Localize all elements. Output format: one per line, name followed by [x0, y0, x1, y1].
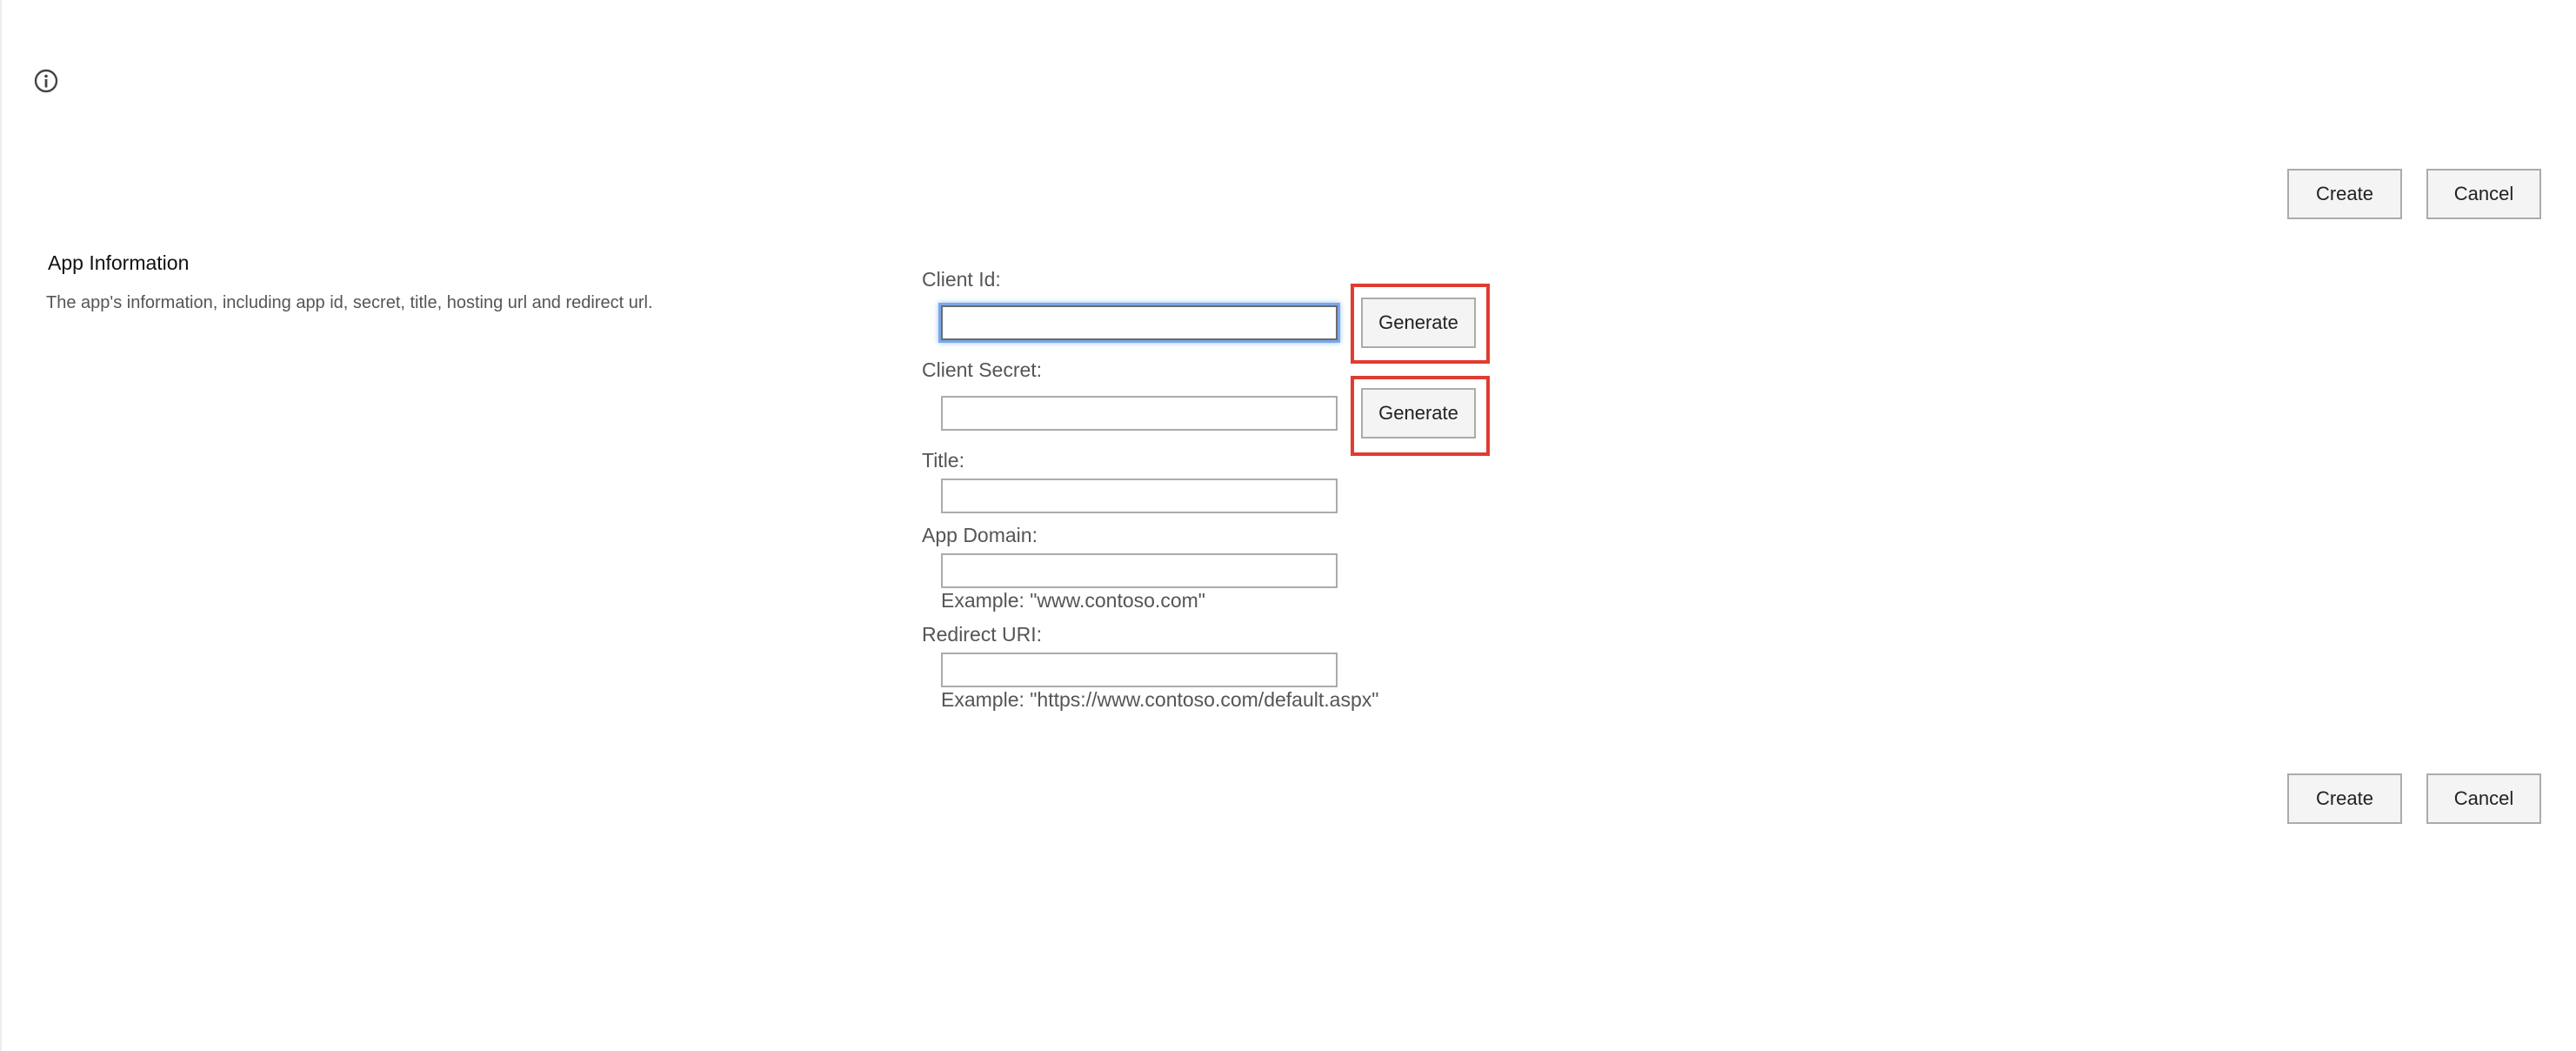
client-id-generate-button[interactable]: Generate — [1361, 298, 1476, 348]
cancel-button-top[interactable]: Cancel — [2426, 169, 2541, 219]
redirect-uri-label: Redirect URI: — [922, 623, 1043, 646]
redirect-uri-example: Example: "https://www.contoso.com/defaul… — [941, 688, 1379, 711]
create-button-top[interactable]: Create — [2287, 169, 2402, 219]
title-label: Title: — [922, 449, 964, 472]
client-id-label: Client Id: — [922, 268, 1001, 291]
left-border — [0, 0, 2, 1051]
info-circle-icon[interactable] — [33, 68, 59, 94]
cancel-button-bottom[interactable]: Cancel — [2426, 773, 2541, 824]
app-domain-input[interactable] — [941, 553, 1338, 588]
app-domain-example: Example: "www.contoso.com" — [941, 589, 1205, 612]
section-description: The app's information, including app id,… — [46, 293, 653, 312]
client-secret-generate-button[interactable]: Generate — [1361, 388, 1476, 438]
client-secret-input[interactable] — [941, 396, 1338, 431]
section-title: App Information — [48, 251, 190, 274]
app-domain-label: App Domain: — [922, 524, 1038, 546]
title-input[interactable] — [941, 479, 1338, 513]
client-id-input[interactable] — [941, 305, 1338, 340]
create-button-bottom[interactable]: Create — [2287, 773, 2402, 824]
app-registration-page: Create Cancel App Information The app's … — [0, 0, 2576, 1051]
redirect-uri-input[interactable] — [941, 653, 1338, 687]
client-secret-label: Client Secret: — [922, 358, 1043, 381]
